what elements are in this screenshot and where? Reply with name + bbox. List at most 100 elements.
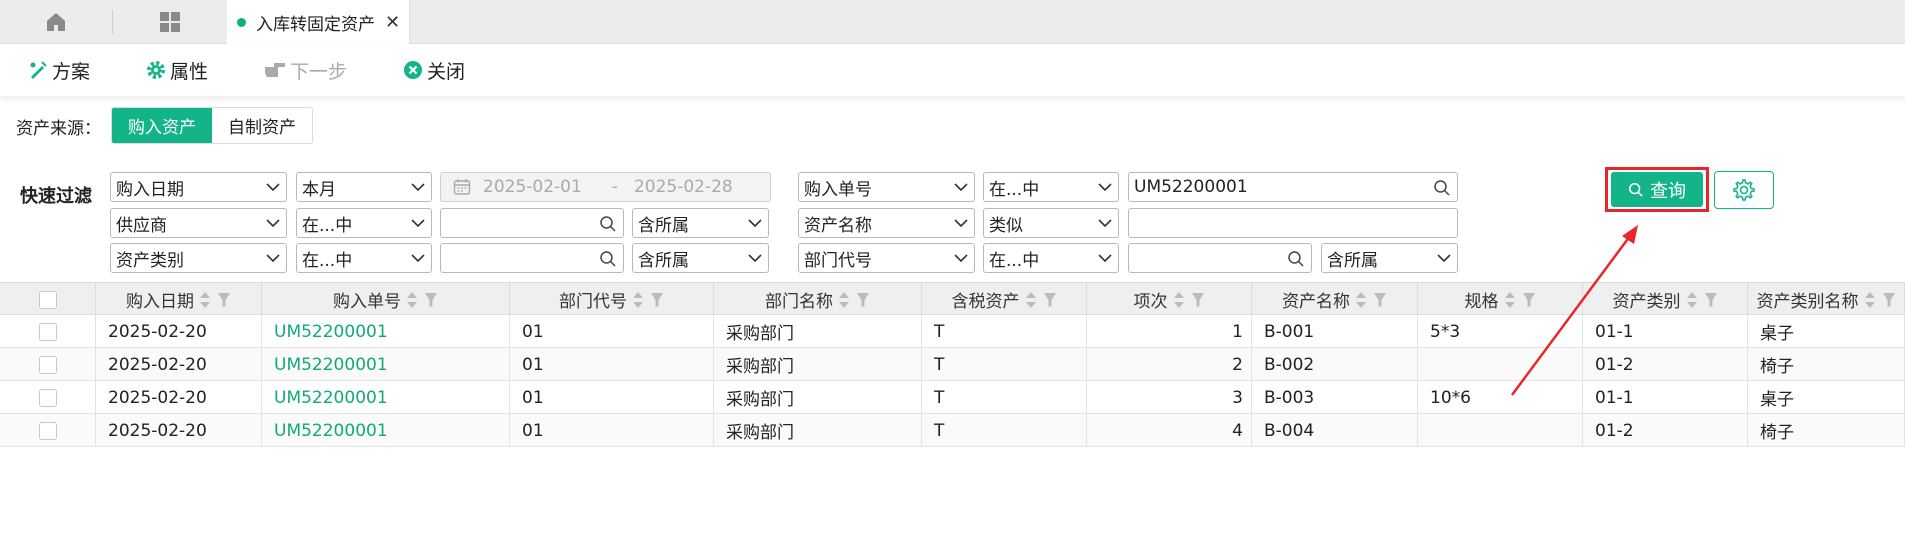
table-cell: 采购部门	[714, 414, 922, 447]
filter-icon[interactable]	[424, 292, 438, 308]
tab-apps[interactable]	[114, 0, 226, 44]
scheme-button[interactable]: 方案	[28, 57, 90, 84]
filter-icon[interactable]	[856, 292, 870, 308]
table-cell: B-003	[1252, 381, 1418, 414]
search-icon[interactable]	[599, 250, 617, 268]
order-number-link[interactable]: UM52200001	[262, 381, 510, 414]
search-icon[interactable]	[599, 215, 617, 233]
properties-button[interactable]: 属性	[146, 57, 208, 84]
filter-icon[interactable]	[1522, 292, 1536, 308]
filter-operator-select[interactable]: 本月	[296, 172, 432, 202]
scope-select[interactable]: 含所属	[1321, 243, 1458, 273]
query-button[interactable]: 查询	[1611, 172, 1703, 207]
column-header[interactable]: 资产类别	[1583, 283, 1748, 316]
asset-source-toggle: 购入资产 自制资产	[111, 107, 313, 144]
sort-icon[interactable]	[1025, 291, 1037, 309]
asset-source-purchased[interactable]: 购入资产	[112, 108, 212, 143]
scope-value: 含所属	[1327, 250, 1378, 271]
quick-filter-label: 快速过滤	[20, 186, 92, 207]
asset-category-input[interactable]	[440, 243, 624, 273]
table-row[interactable]: 2025-02-20 UM52200001 01 采购部门 T 4 B-004 01-2 椅子	[0, 414, 1905, 447]
table-cell: 10*6	[1418, 381, 1583, 414]
date-range-input[interactable]: 2025-02-01 - 2025-02-28	[440, 172, 771, 202]
filter-icon[interactable]	[217, 292, 231, 308]
column-header[interactable]: 购入单号	[262, 283, 510, 316]
tab-label: 入库转固定资产	[256, 14, 375, 35]
filter-operator-select[interactable]: 类似	[983, 208, 1119, 238]
filter-operator-select[interactable]: 在...中	[983, 172, 1119, 202]
column-header-label: 含税资产	[951, 292, 1020, 312]
filter-field-select[interactable]: 供应商	[110, 208, 287, 238]
sort-icon[interactable]	[1686, 291, 1698, 309]
close-button[interactable]: 关闭	[403, 57, 465, 84]
row-checkbox[interactable]	[38, 421, 57, 440]
tab-asset-transfer[interactable]: 入库转固定资产 ✕	[227, 0, 410, 44]
sort-icon[interactable]	[406, 291, 418, 309]
filter-field-select[interactable]: 资产名称	[798, 208, 975, 238]
scope-select[interactable]: 含所属	[632, 208, 769, 238]
filter-icon[interactable]	[1882, 292, 1896, 308]
sort-icon[interactable]	[1355, 291, 1367, 309]
table-cell: 2	[1087, 348, 1252, 381]
filter-operator-value: 在...中	[302, 250, 353, 271]
next-step-button[interactable]: 下一步	[264, 57, 347, 84]
table-cell: 01-1	[1583, 381, 1748, 414]
table-cell: 桌子	[1748, 315, 1905, 348]
select-all-checkbox[interactable]	[38, 290, 57, 309]
scope-select[interactable]: 含所属	[632, 243, 769, 273]
sort-icon[interactable]	[1864, 291, 1876, 309]
row-checkbox[interactable]	[38, 355, 57, 374]
department-code-input[interactable]	[1128, 243, 1312, 273]
order-number-link[interactable]: UM52200001	[262, 315, 510, 348]
filter-icon[interactable]	[1373, 292, 1387, 308]
filter-field-select[interactable]: 资产类别	[110, 243, 287, 273]
filter-settings-button[interactable]	[1714, 171, 1774, 209]
column-header[interactable]: 资产名称	[1252, 283, 1418, 316]
settings-icon	[1733, 179, 1755, 201]
table-cell: 2025-02-20	[96, 315, 262, 348]
tab-home[interactable]	[0, 0, 112, 44]
filter-field-select[interactable]: 购入日期	[110, 172, 287, 202]
supplier-input[interactable]	[440, 208, 624, 238]
chevron-down-icon	[411, 254, 425, 263]
column-header[interactable]: 规格	[1418, 283, 1583, 316]
sort-icon[interactable]	[838, 291, 850, 309]
filter-operator-select[interactable]: 在...中	[983, 243, 1119, 273]
table-cell: B-001	[1252, 315, 1418, 348]
filter-icon[interactable]	[1191, 292, 1205, 308]
tab-close-icon[interactable]: ✕	[385, 12, 400, 33]
filter-field-select[interactable]: 部门代号	[798, 243, 975, 273]
order-number-link[interactable]: UM52200001	[262, 348, 510, 381]
table-cell: B-004	[1252, 414, 1418, 447]
filter-icon[interactable]	[1704, 292, 1718, 308]
column-header[interactable]: 部门代号	[510, 283, 714, 316]
column-header[interactable]: 购入日期	[96, 283, 262, 316]
filter-field-select[interactable]: 购入单号	[798, 172, 975, 202]
chevron-down-icon	[748, 254, 762, 263]
order-number-link[interactable]: UM52200001	[262, 414, 510, 447]
asset-source-selfmade[interactable]: 自制资产	[212, 108, 312, 143]
filter-icon[interactable]	[1043, 292, 1057, 308]
table-row[interactable]: 2025-02-20 UM52200001 01 采购部门 T 1 B-001 5*3 01-1…	[0, 315, 1905, 348]
table-cell: 2025-02-20	[96, 414, 262, 447]
search-icon[interactable]	[1433, 179, 1451, 197]
search-icon[interactable]	[1287, 250, 1305, 268]
row-checkbox[interactable]	[38, 322, 57, 341]
row-checkbox[interactable]	[38, 388, 57, 407]
column-header[interactable]: 部门名称	[714, 283, 922, 316]
order-number-input[interactable]: UM52200001	[1128, 172, 1458, 202]
filter-operator-select[interactable]: 在...中	[296, 208, 432, 238]
filter-icon[interactable]	[650, 292, 664, 308]
sort-icon[interactable]	[632, 291, 644, 309]
asset-name-input[interactable]	[1128, 208, 1458, 238]
table-row[interactable]: 2025-02-20 UM52200001 01 采购部门 T 3 B-003 10*6 01-…	[0, 381, 1905, 414]
column-header[interactable]: 项次	[1087, 283, 1252, 316]
filter-operator-select[interactable]: 在...中	[296, 243, 432, 273]
column-header[interactable]: 资产类别名称	[1748, 283, 1905, 316]
sort-icon[interactable]	[199, 291, 211, 309]
sort-icon[interactable]	[1173, 291, 1185, 309]
column-header[interactable]: 含税资产	[922, 283, 1087, 316]
table-row[interactable]: 2025-02-20 UM52200001 01 采购部门 T 2 B-002 01-2 椅子	[0, 348, 1905, 381]
sort-icon[interactable]	[1504, 291, 1516, 309]
chevron-down-icon	[954, 183, 968, 192]
